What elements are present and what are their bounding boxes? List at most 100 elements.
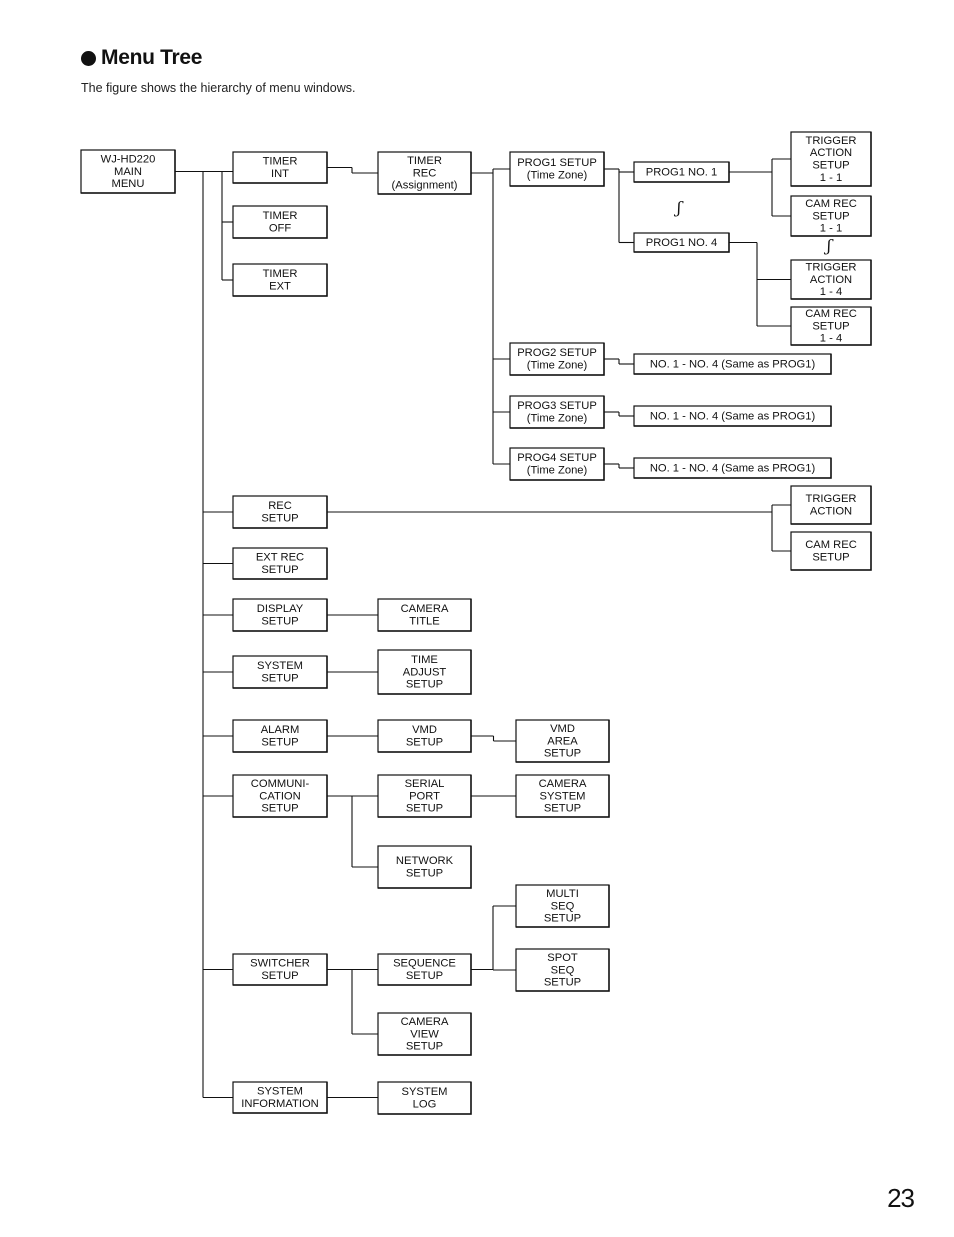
- menu-node-label: TRIGGER: [806, 262, 857, 274]
- menu-node-label: NETWORK: [396, 855, 454, 867]
- menu-node-label: PROG1 NO. 4: [646, 237, 718, 249]
- menu-node-label: SETUP: [261, 616, 298, 628]
- menu-node-label: SEQUENCE: [393, 958, 456, 970]
- menu-node-label: SEQ: [551, 964, 575, 976]
- menu-node-prog1-no1: PROG1 NO. 1: [633, 161, 730, 183]
- menu-tree-diagram: WJ-HD220MAINMENUTIMERINTTIMEROFFTIMEREXT…: [80, 131, 872, 1115]
- menu-node-label: SETUP: [406, 803, 443, 815]
- menu-node-label: AREA: [547, 735, 578, 747]
- menu-node-label: TRIGGER: [806, 135, 857, 147]
- page-number: 23: [887, 1183, 915, 1213]
- menu-node-system-log: SYSTEMLOG: [377, 1081, 472, 1115]
- menu-node-label: ALARM: [261, 724, 300, 736]
- menu-node-rec-setup: RECSETUP: [232, 495, 328, 529]
- menu-node-label: SETUP: [812, 210, 849, 222]
- menu-node-label: SETUP: [261, 970, 298, 982]
- menu-node-label: SETUP: [406, 679, 443, 691]
- menu-node-label: SETUP: [406, 970, 443, 982]
- menu-node-label: NO. 1 - NO. 4 (Same as PROG1): [650, 462, 816, 474]
- menu-node-label: CATION: [259, 790, 300, 802]
- menu-node-label: PROG2 SETUP: [517, 347, 597, 359]
- menu-node-spot-seq-setup: SPOTSEQSETUP: [515, 948, 610, 992]
- menu-node-label: SEQ: [551, 900, 575, 912]
- menu-node-label: EXT: [269, 281, 291, 293]
- menu-node-timer-off: TIMEROFF: [232, 205, 328, 239]
- menu-node-label: TIMER: [263, 268, 298, 280]
- menu-node-prog3-setup: PROG3 SETUP(Time Zone): [509, 395, 605, 429]
- menu-node-label: 1 - 1: [820, 223, 842, 235]
- menu-node-timer-int: TIMERINT: [232, 151, 328, 184]
- menu-node-sequence-setup: SEQUENCESETUP: [377, 953, 472, 986]
- menu-node-camera-view-setup: CAMERAVIEWSETUP: [377, 1012, 472, 1056]
- menu-node-label: SETUP: [406, 1041, 443, 1053]
- menu-node-label: MENU: [112, 178, 145, 190]
- menu-node-label: SETUP: [406, 737, 443, 749]
- menu-node-label: INFORMATION: [241, 1098, 318, 1110]
- menu-node-vmd-area-setup: VMDAREASETUP: [515, 719, 610, 763]
- menu-node-network-setup: NETWORKSETUP: [377, 845, 472, 889]
- menu-node-label: SETUP: [544, 913, 581, 925]
- menu-node-label: ACTION: [810, 506, 852, 518]
- menu-node-label: CAM REC: [805, 539, 857, 551]
- menu-node-ext-rec-setup: EXT RECSETUP: [232, 547, 328, 580]
- menu-node-label: INT: [271, 168, 289, 180]
- menu-node-label: EXT REC: [256, 552, 304, 564]
- menu-node-label: 1 - 4: [820, 286, 842, 298]
- menu-node-label: NO. 1 - NO. 4 (Same as PROG1): [650, 410, 816, 422]
- menu-node-camrec-1-4: CAM RECSETUP1 - 4: [790, 306, 872, 346]
- menu-node-label: TIMER: [407, 155, 442, 167]
- menu-node-timer-ext: TIMEREXT: [232, 263, 328, 297]
- menu-node-label: NO. 1 - NO. 4 (Same as PROG1): [650, 358, 816, 370]
- menu-node-communication-setup: COMMUNI-CATIONSETUP: [232, 774, 328, 818]
- menu-node-label: REC: [413, 167, 437, 179]
- tree-nodes: WJ-HD220MAINMENUTIMERINTTIMEROFFTIMEREXT…: [80, 131, 872, 1115]
- menu-node-label: CAMERA: [401, 1016, 449, 1028]
- menu-node-label: CAM REC: [805, 308, 857, 320]
- menu-node-label: ACTION: [810, 274, 852, 286]
- menu-node-serial-port-setup: SERIALPORTSETUP: [377, 774, 472, 818]
- menu-node-prog3-same: NO. 1 - NO. 4 (Same as PROG1): [633, 405, 832, 427]
- menu-node-trigger-1-4: TRIGGERACTION1 - 4: [790, 259, 872, 300]
- menu-node-prog1-setup: PROG1 SETUP(Time Zone): [509, 151, 605, 187]
- menu-node-label: SETUP: [261, 803, 298, 815]
- menu-node-display-setup: DISPLAYSETUP: [232, 598, 328, 632]
- menu-node-main: WJ-HD220MAINMENU: [80, 149, 176, 194]
- menu-node-label: 1 - 4: [820, 333, 842, 345]
- menu-node-label: SETUP: [544, 748, 581, 760]
- menu-node-label: PORT: [409, 790, 440, 802]
- menu-node-alarm-setup: ALARMSETUP: [232, 719, 328, 753]
- menu-node-label: SETUP: [812, 320, 849, 332]
- menu-node-label: PROG3 SETUP: [517, 400, 597, 412]
- menu-node-label: TRIGGER: [806, 493, 857, 505]
- menu-node-label: SETUP: [261, 513, 298, 525]
- menu-node-system-setup: SYSTEMSETUP: [232, 655, 328, 689]
- menu-node-label: SWITCHER: [250, 958, 310, 970]
- menu-node-time-adjust-setup: TIMEADJUSTSETUP: [377, 649, 472, 695]
- menu-node-label: (Assignment): [392, 180, 458, 192]
- menu-node-label: SETUP: [544, 977, 581, 989]
- menu-node-label: (Time Zone): [527, 465, 588, 477]
- menu-node-label: SETUP: [406, 868, 443, 880]
- menu-node-system-information: SYSTEMINFORMATION: [232, 1081, 328, 1114]
- menu-node-label: 1 - 1: [820, 172, 842, 184]
- menu-node-label: CAM REC: [805, 198, 857, 210]
- menu-node-label: ADJUST: [403, 666, 447, 678]
- menu-node-label: VIEW: [410, 1028, 439, 1040]
- menu-node-label: MAIN: [114, 166, 142, 178]
- continuation-ellipsis-icon: ʃ: [824, 236, 834, 255]
- menu-node-label: TIMER: [263, 210, 298, 222]
- menu-node-label: OFF: [269, 223, 292, 235]
- menu-node-label: REC: [268, 500, 292, 512]
- menu-node-label: SYSTEM: [257, 660, 303, 672]
- menu-node-label: SETUP: [544, 803, 581, 815]
- menu-node-label: TITLE: [409, 616, 439, 628]
- menu-node-label: (Time Zone): [527, 170, 588, 182]
- menu-node-label: PROG1 NO. 1: [646, 166, 718, 178]
- menu-node-label: SETUP: [812, 160, 849, 172]
- menu-node-label: LOG: [413, 1099, 437, 1111]
- menu-node-label: (Time Zone): [527, 360, 588, 372]
- menu-node-vmd-setup: VMDSETUP: [377, 719, 472, 753]
- menu-node-camera-system-setup: CAMERASYSTEMSETUP: [515, 774, 610, 818]
- menu-node-label: COMMUNI-: [251, 778, 310, 790]
- menu-node-switcher-setup: SWITCHERSETUP: [232, 953, 328, 986]
